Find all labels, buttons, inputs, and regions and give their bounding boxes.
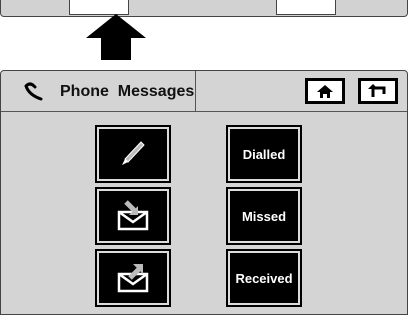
title-sub: Messages: [117, 83, 195, 100]
pencil-icon: [122, 141, 145, 165]
envelope-in-icon: [117, 200, 149, 231]
compose-message-button[interactable]: [95, 125, 171, 183]
received-button[interactable]: Received: [226, 249, 302, 307]
missed-button[interactable]: Missed: [226, 187, 302, 245]
received-label: Received: [235, 270, 293, 286]
back-button[interactable]: [358, 78, 398, 104]
upper-panel-edge: [0, 0, 408, 17]
page-title: Phone Messages: [60, 83, 194, 101]
home-button[interactable]: [305, 78, 345, 104]
envelope-out-icon: [117, 264, 149, 293]
title-tab: Phone Messages: [1, 71, 196, 111]
title-main: Phone: [60, 83, 109, 100]
outbox-button[interactable]: [95, 249, 171, 307]
missed-label: Missed: [241, 208, 287, 224]
phone-messages-screen: Phone Messages Dialled Missed Received: [0, 70, 408, 315]
title-bar: Phone Messages: [1, 71, 407, 112]
dialled-button[interactable]: Dialled: [226, 125, 302, 183]
phone-handset-icon: [24, 82, 43, 101]
inbox-button[interactable]: [95, 187, 171, 245]
upper-button-edge: [69, 0, 129, 15]
back-arrow-icon: [368, 84, 386, 97]
up-arrow-icon: [86, 14, 146, 60]
home-icon: [317, 84, 333, 98]
dialled-label: Dialled: [242, 146, 286, 162]
upper-button-edge: [276, 0, 336, 15]
